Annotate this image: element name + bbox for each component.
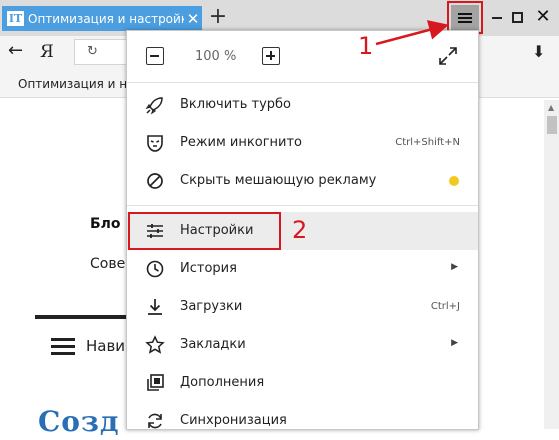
status-dot-icon [449,176,459,186]
new-tab-button[interactable]: + [208,5,228,30]
annotation-step-1: 1 [358,32,374,60]
menu-item-history[interactable]: История ▶ [127,250,478,288]
menu-item-turbo[interactable]: Включить турбо [127,86,478,124]
annotation-step-2: 2 [292,216,308,244]
menu-item-label: Синхронизация [180,413,287,428]
blog-subtitle: Сове [90,256,126,272]
menu-item-shortcut: Ctrl+Shift+N [395,137,460,148]
menu-item-downloads[interactable]: Загрузки Ctrl+J [127,288,478,326]
bookmark-item[interactable]: Оптимизация и на [18,77,126,91]
menu-item-sync[interactable]: Синхронизация [127,402,478,440]
download-icon [148,299,162,315]
annotation-highlight-settings [128,212,281,250]
zoom-level: 100 % [195,49,237,64]
menu-item-incognito[interactable]: Режим инкогнито Ctrl+Shift+N [127,124,478,162]
submenu-arrow-icon: ▶ [451,338,458,348]
menu-item-label: Дополнения [180,375,265,390]
downloads-icon[interactable]: ⬇ [532,42,545,61]
site-nav-label[interactable]: Нави [86,337,125,355]
rocket-icon [145,97,163,115]
divider [35,315,130,319]
mask-icon [147,135,163,152]
browser-tab[interactable]: IT Оптимизация и настройк ✕ [2,6,202,31]
zoom-in-button[interactable] [262,47,280,65]
menu-item-label: Закладки [180,337,246,352]
menu-item-shortcut: Ctrl+J [430,301,460,312]
submenu-arrow-icon: ▶ [451,262,458,272]
extensions-icon [147,374,164,391]
yandex-logo[interactable]: Я [40,42,54,62]
zoom-out-button[interactable] [146,47,164,65]
block-icon [147,173,163,189]
menu-item-bookmarks[interactable]: Закладки ▶ [127,326,478,364]
maximize-window-icon[interactable] [512,12,523,23]
menu-item-label: Загрузки [180,299,243,314]
clock-icon [146,260,164,278]
menu-item-label: Скрыть мешающую рекламу [180,173,377,188]
minimize-window-icon[interactable] [492,17,502,19]
menu-separator [127,205,478,206]
tab-title: Оптимизация и настройк [28,11,184,26]
article-heading[interactable]: Созд [38,405,120,438]
menu-item-hide-ads[interactable]: Скрыть мешающую рекламу [127,162,478,200]
menu-item-label: Режим инкогнито [180,135,302,150]
menu-item-extensions[interactable]: Дополнения [127,364,478,402]
address-bar[interactable]: ↻ [74,39,134,65]
star-icon [145,335,165,354]
scroll-up-icon[interactable]: ▲ [548,103,554,112]
annotation-arrow-icon [375,20,449,46]
menu-separator [127,82,478,83]
sync-icon [148,413,162,429]
scrollbar-thumb[interactable] [547,116,557,134]
scrollbar[interactable] [544,100,559,429]
back-arrow-icon[interactable]: ← [8,40,23,61]
menu-item-label: История [180,261,237,276]
site-favicon-icon: IT [7,11,24,26]
close-window-icon[interactable]: ✕ [533,3,553,31]
blog-title: Бло [90,216,121,232]
reload-icon[interactable]: ↻ [87,44,98,59]
menu-item-label: Включить турбо [180,97,292,112]
tab-close-icon[interactable]: ✕ [184,10,202,28]
site-nav-menu-icon[interactable] [51,338,75,356]
